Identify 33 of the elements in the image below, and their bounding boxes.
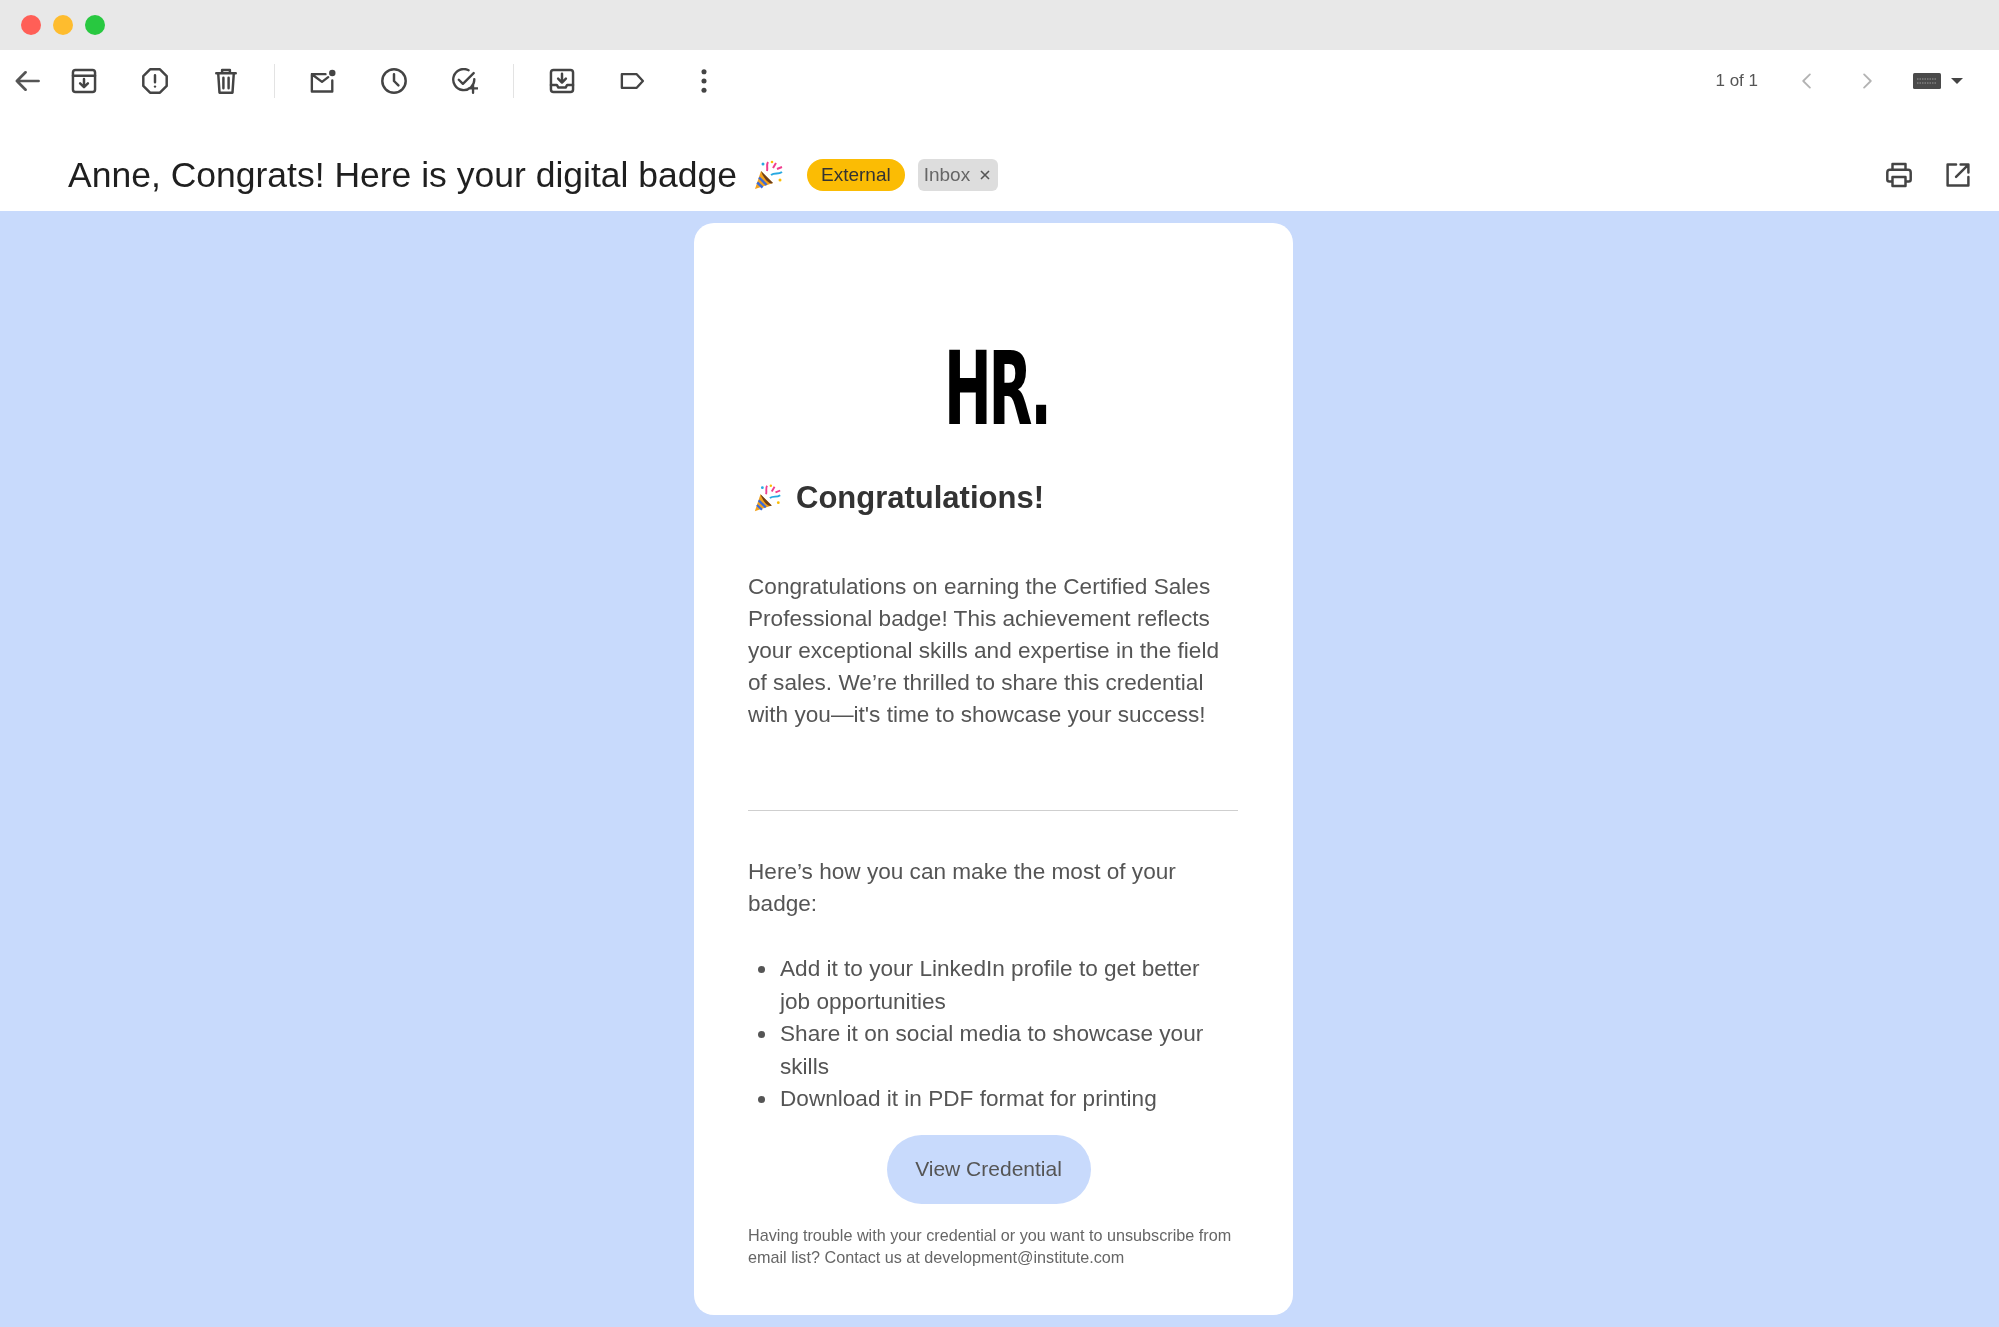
clock-icon[interactable] bbox=[381, 68, 407, 94]
tip-text: Add it to your LinkedIn profile to get better job opportunities bbox=[780, 955, 1201, 1016]
pager-text: 1 of 1 bbox=[1715, 71, 1758, 91]
label-text: External bbox=[821, 163, 891, 186]
message-paragraph: Congratulations on earning the Certified Sales Professional badge! This achievement reflects your exceptional skills and expertise in the field of sales. We’re thrilled to share this credential with you—it's time to showcase your success! bbox=[748, 573, 1220, 729]
label-chip[interactable]: Inbox bbox=[917, 158, 999, 191]
close-icon[interactable] bbox=[980, 169, 991, 180]
subject-title: Anne, Congrats! Here is your digital badge bbox=[68, 153, 737, 197]
label-chip[interactable]: External bbox=[807, 158, 905, 191]
trash-icon[interactable] bbox=[213, 68, 239, 94]
party-popper-icon bbox=[753, 158, 785, 191]
caret-down-icon[interactable] bbox=[1951, 78, 1963, 84]
check-plus-icon[interactable] bbox=[452, 68, 478, 94]
archive-icon[interactable] bbox=[71, 68, 97, 94]
view-credential-button[interactable]: View Credential bbox=[886, 1134, 1091, 1204]
heading: Congratulations! bbox=[796, 479, 1044, 517]
label-text: Inbox bbox=[923, 163, 971, 186]
tip-text: Share it on social media to showcase your skills bbox=[780, 1020, 1205, 1081]
alert-octagon-icon[interactable] bbox=[142, 68, 168, 94]
footer-text: Having trouble with your credential or you want to unsubscribe from email list? Contact us at development@institute.com bbox=[748, 1224, 1233, 1268]
square-arrow-icon[interactable] bbox=[1945, 161, 1971, 188]
mail-icon[interactable] bbox=[310, 68, 336, 94]
printer-icon[interactable] bbox=[1886, 161, 1912, 188]
email-link[interactable]: development@institute.com bbox=[924, 1247, 1125, 1266]
intro-text: Here’s how you can make the most of your badge: bbox=[748, 858, 1177, 918]
dots-vertical-icon[interactable] bbox=[700, 68, 708, 94]
arrow-left-icon[interactable] bbox=[14, 68, 40, 94]
tip-text: Download it in PDF format for printing bbox=[780, 1085, 1157, 1113]
bullet-icon bbox=[758, 966, 765, 973]
logo: HR. bbox=[943, 329, 1049, 448]
bullet-icon bbox=[758, 1096, 765, 1103]
party-popper-icon bbox=[753, 483, 783, 513]
bullet-icon bbox=[758, 1031, 765, 1038]
